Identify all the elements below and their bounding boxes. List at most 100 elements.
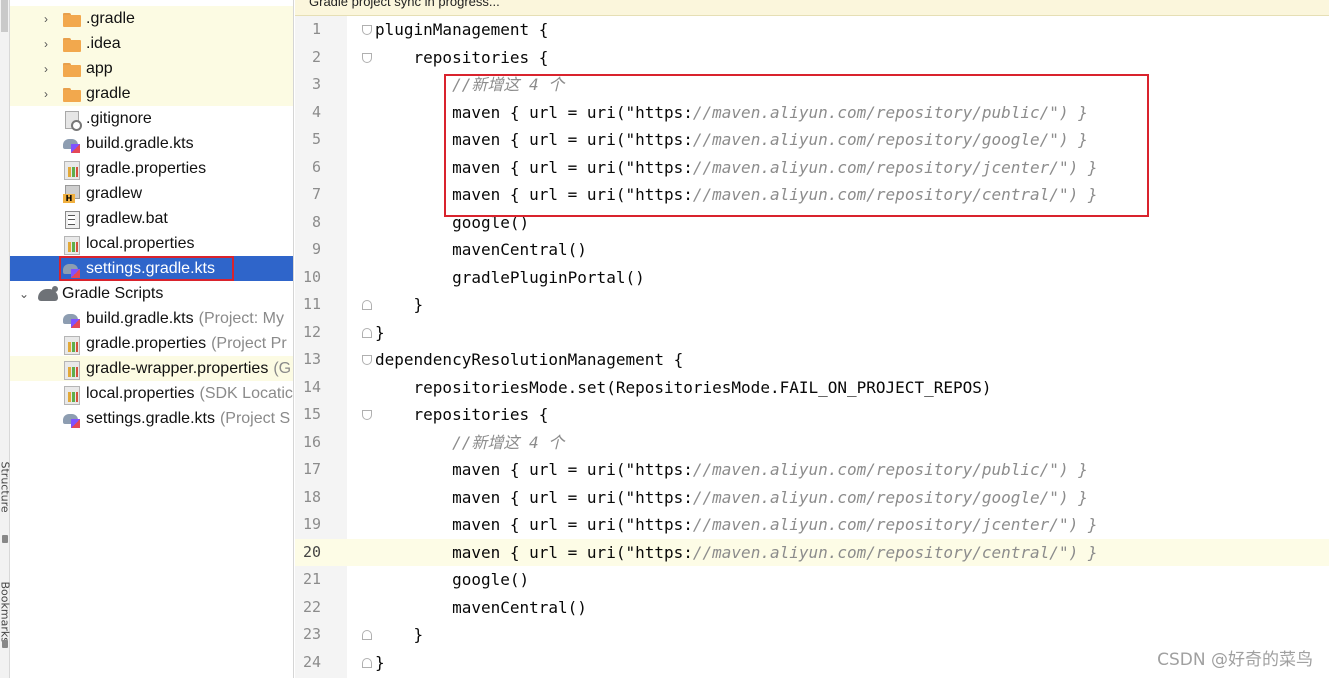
chevron-right-icon[interactable]: › <box>40 62 52 76</box>
tree-item[interactable]: › .idea <box>10 31 293 56</box>
folder-icon <box>62 59 82 79</box>
code-text: } <box>375 322 385 342</box>
fold-collapse-icon[interactable] <box>362 52 372 63</box>
tree-item[interactable]: gradle-wrapper.properties (G <box>10 356 293 381</box>
line-number: 21 <box>302 570 321 588</box>
tree-item-label: gradlew <box>86 184 143 202</box>
tree-item[interactable]: › app <box>10 56 293 81</box>
tree-item[interactable]: gradle.properties <box>10 156 293 181</box>
tree-item-label: gradlew.bat <box>86 209 168 227</box>
tree-item-label: gradle.properties <box>86 334 207 352</box>
code-line[interactable]: 20 maven { url = uri("https://maven.aliy… <box>295 538 1329 566</box>
code-line[interactable]: 21 google() <box>295 566 1329 594</box>
properties-file-icon <box>62 234 82 255</box>
fold-end-icon[interactable] <box>362 327 372 338</box>
code-line[interactable]: 12} <box>295 319 1329 347</box>
sync-notification: Gradle project sync in progress... <box>295 0 1329 16</box>
folder-icon <box>62 9 82 29</box>
code-text: //新增这 4 个 <box>452 432 565 452</box>
line-number: 2 <box>311 47 321 66</box>
tree-item[interactable]: gradlew <box>10 181 293 206</box>
line-number: 10 <box>302 267 321 286</box>
project-tool-tab[interactable] <box>1 0 8 32</box>
line-number: 4 <box>311 102 321 121</box>
fold-end-icon[interactable] <box>362 657 372 668</box>
tree-item[interactable]: settings.gradle.kts (Project S <box>10 406 293 431</box>
tree-item-label: gradle <box>86 84 131 102</box>
line-number: 3 <box>311 75 321 93</box>
code-line[interactable]: 14 repositoriesMode.set(RepositoriesMode… <box>295 374 1329 402</box>
code-line[interactable]: 2 repositories { <box>295 44 1329 72</box>
code-line[interactable]: 15 repositories { <box>295 401 1329 429</box>
highlight-box-mirror-repos <box>444 74 1149 217</box>
line-number: 23 <box>302 625 321 643</box>
code-line[interactable]: 16 //新增这 4 个 <box>295 429 1329 457</box>
tree-item[interactable]: ⌄ Gradle Scripts <box>10 281 293 306</box>
tree-item[interactable]: gradle.properties (Project Pr <box>10 331 293 356</box>
code-text: } <box>375 652 385 672</box>
tree-item[interactable]: local.properties <box>10 231 293 256</box>
gradle-scripts-icon <box>38 284 58 304</box>
highlight-box-settings-file <box>59 256 234 281</box>
chevron-right-icon[interactable]: › <box>40 12 52 26</box>
fold-collapse-icon[interactable] <box>362 410 372 420</box>
fold-collapse-icon[interactable] <box>362 25 372 35</box>
tree-item-hint: (SDK Locatic <box>199 384 293 402</box>
tree-item[interactable]: local.properties (SDK Locatic <box>10 381 293 406</box>
code-text: maven { url = uri("https://maven.aliyun.… <box>375 542 1098 562</box>
tree-item[interactable]: .gitignore <box>10 106 293 131</box>
code-line[interactable]: 10 gradlePluginPortal() <box>295 264 1329 292</box>
line-number: 22 <box>302 597 321 616</box>
tree-item-label: gradle.properties <box>86 159 207 177</box>
code-text: mavenCentral() <box>375 240 587 259</box>
properties-file-icon <box>62 334 82 355</box>
code-line[interactable]: 1 pluginManagement { <box>295 16 1329 44</box>
fold-end-icon[interactable] <box>362 630 372 640</box>
kotlin-gradle-file-icon <box>62 309 82 329</box>
line-number: 12 <box>302 322 321 341</box>
code-line[interactable]: 18 maven { url = uri("https://maven.aliy… <box>295 484 1329 512</box>
line-number: 15 <box>302 405 321 423</box>
code-line[interactable]: 13 dependencyResolutionManagement { <box>295 346 1329 374</box>
tree-item[interactable]: › gradle <box>10 81 293 106</box>
tree-item[interactable]: build.gradle.kts <box>10 131 293 156</box>
tree-item[interactable]: › .gradle <box>10 6 293 31</box>
line-number: 11 <box>302 295 321 313</box>
line-number: 7 <box>311 185 321 203</box>
code-text: maven { url = uri("https://maven.aliyun.… <box>375 515 1098 534</box>
tree-item-label: local.properties <box>86 384 195 402</box>
tree-item[interactable]: gradlew.bat <box>10 206 293 231</box>
code-line[interactable]: 22 mavenCentral() <box>295 594 1329 622</box>
code-line[interactable]: 19 maven { url = uri("https://maven.aliy… <box>295 511 1329 539</box>
code-line[interactable]: 9 mavenCentral() <box>295 236 1329 264</box>
tree-item-hint: (Project Pr <box>211 334 287 352</box>
code-text: maven { url = uri("https://maven.aliyun.… <box>375 460 1088 479</box>
code-text: maven { url = uri("https://maven.aliyun.… <box>375 487 1088 507</box>
code-text: dependencyResolutionManagement { <box>375 350 684 369</box>
tree-item-label: build.gradle.kts <box>86 134 194 152</box>
folder-icon <box>62 34 82 54</box>
fold-end-icon[interactable] <box>362 300 372 310</box>
tree-item-label: build.gradle.kts <box>86 309 194 327</box>
chevron-right-icon[interactable]: › <box>40 87 52 101</box>
chevron-right-icon[interactable]: › <box>40 37 52 51</box>
tree-item[interactable]: build.gradle.kts (Project: My <box>10 306 293 331</box>
code-text: pluginManagement { <box>375 20 549 39</box>
properties-file-icon <box>62 159 82 180</box>
code-text: repositoriesMode.set(RepositoriesMode.FA… <box>375 377 992 397</box>
code-line[interactable]: 17 maven { url = uri("https://maven.aliy… <box>295 456 1329 484</box>
gitignore-file-icon <box>62 109 82 131</box>
fold-collapse-icon[interactable] <box>362 355 372 365</box>
line-number: 5 <box>311 130 321 148</box>
chevron-down-icon[interactable]: ⌄ <box>18 287 30 301</box>
batch-file-icon <box>62 209 82 229</box>
code-line[interactable]: 11 } <box>295 291 1329 319</box>
